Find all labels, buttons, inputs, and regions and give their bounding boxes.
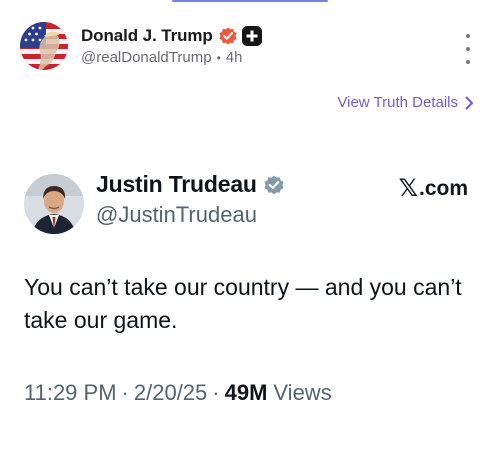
chevron-right-icon bbox=[465, 96, 473, 109]
author-handle[interactable]: @realDonaldTrump bbox=[81, 49, 212, 66]
verified-badge-icon bbox=[264, 175, 284, 194]
dot-separator: • bbox=[216, 50, 221, 65]
tweet-author-avatar bbox=[24, 174, 84, 234]
x-com-source-label: 𝕏 .com bbox=[399, 174, 468, 203]
top-accent-bar bbox=[172, 0, 328, 2]
tweet-date: 2/20/25 bbox=[133, 380, 208, 405]
meta-separator: · bbox=[121, 380, 129, 405]
american-flag-avatar-icon bbox=[20, 22, 68, 70]
meta-separator: · bbox=[212, 380, 220, 405]
tweet-views-label: Views bbox=[273, 380, 332, 405]
tweet-time: 11:29 PM bbox=[24, 380, 117, 405]
x-com-source-text: .com bbox=[418, 176, 468, 200]
view-truth-details-link[interactable]: View Truth Details bbox=[337, 94, 474, 111]
verified-badge-icon bbox=[219, 27, 237, 45]
tweet-text: You can’t take our country — and you can… bbox=[24, 274, 462, 333]
tweet-display-name: Justin Trudeau bbox=[96, 171, 257, 197]
embedded-tweet-image[interactable]: Justin Trudeau @JustinTrudeau 𝕏 .com You… bbox=[20, 168, 480, 438]
more-options-icon[interactable] bbox=[460, 34, 476, 64]
author-name-row: Donald J. Trump bbox=[81, 24, 262, 48]
author-avatar[interactable] bbox=[20, 22, 68, 70]
tweet-views-count: 49M bbox=[224, 380, 268, 405]
post-time-ago: 4h bbox=[225, 49, 243, 66]
author-name[interactable]: Donald J. Trump bbox=[81, 26, 213, 46]
view-truth-details-label: View Truth Details bbox=[337, 94, 458, 111]
tweet-handle: @JustinTrudeau bbox=[96, 202, 257, 227]
x-logo-icon: 𝕏 bbox=[398, 175, 418, 202]
post-header: Donald J. Trump @realDonaldTrump • 4h bbox=[20, 22, 480, 72]
plus-badge-icon bbox=[241, 26, 262, 46]
author-handle-row: @realDonaldTrump • 4h bbox=[81, 49, 242, 66]
tweet-name-row: Justin Trudeau bbox=[96, 171, 285, 198]
tweet-meta: 11:29 PM · 2/20/25 · 49M Views bbox=[24, 380, 332, 406]
